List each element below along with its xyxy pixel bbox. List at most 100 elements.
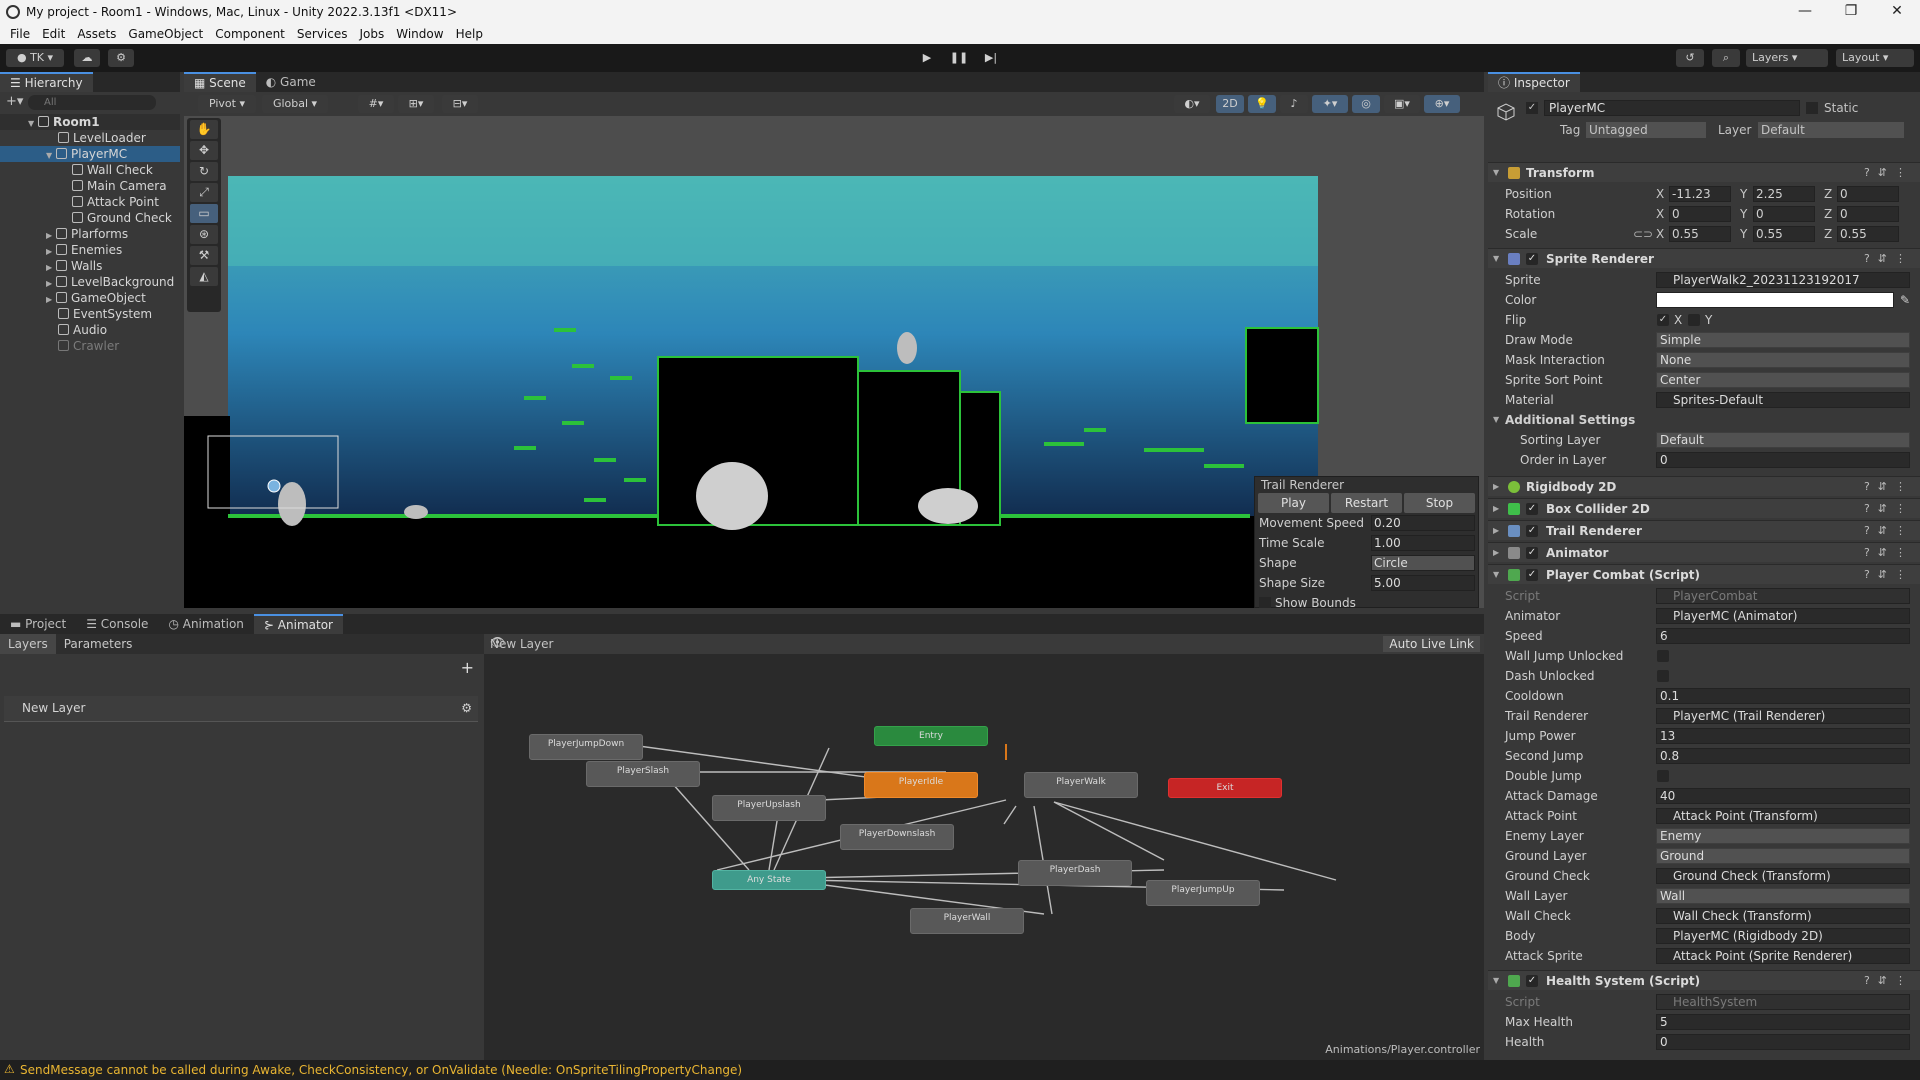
pc-checkbox[interactable] (1657, 650, 1669, 662)
component-actions-icon[interactable]: ?⇵⋮ (1864, 499, 1914, 519)
state-exit[interactable]: Exit (1168, 778, 1282, 798)
tree-item-room1[interactable]: ▼ Room1 (0, 114, 180, 130)
scene-view[interactable]: ✋ ✥ ↻ ⤢ ▭ ⊛ ⚒ ◭ Trail Renderer Play Rest… (184, 116, 1484, 608)
tab-animator[interactable]: ⊱ Animator (253, 614, 343, 634)
scale-y-field[interactable]: 0.55 (1753, 226, 1815, 242)
pc-object-field[interactable]: Attack Point (Sprite Renderer) (1656, 948, 1910, 964)
tree-item-gameobject[interactable]: ▶ GameObject (0, 290, 180, 306)
shading-mode-icon[interactable]: ◐▾ (1174, 95, 1210, 113)
sprite-field[interactable]: PlayerWalk2_20231123192017 (1656, 272, 1910, 288)
sprite-renderer-header[interactable]: ▼ ✓ Sprite Renderer ?⇵⋮ (1488, 248, 1920, 268)
grid-snapping-icon[interactable]: ⊞▾ (398, 95, 434, 113)
rotate-tool-icon[interactable]: ↻ (190, 162, 218, 181)
hidden-objects-icon[interactable]: ◎ (1352, 95, 1380, 113)
hand-tool-icon[interactable]: ✋ (190, 120, 218, 139)
pc-checkbox[interactable] (1657, 670, 1669, 682)
link-icon[interactable]: ⊂⊃ (1633, 224, 1653, 244)
tree-item-maincamera[interactable]: Main Camera (0, 178, 180, 194)
pc-dropdown[interactable]: Ground (1656, 848, 1910, 864)
active-checkbox[interactable]: ✓ (1526, 102, 1538, 114)
material-field[interactable]: Sprites-Default (1656, 392, 1910, 408)
snap-grid-icon[interactable]: #▾ (358, 95, 394, 113)
pc-object-field[interactable]: PlayerMC (Animator) (1656, 608, 1910, 624)
menu-component[interactable]: Component (209, 24, 291, 44)
show-bounds-checkbox[interactable] (1259, 597, 1271, 608)
tree-item-attackpoint[interactable]: Attack Point (0, 194, 180, 210)
trail-stop-button[interactable]: Stop (1404, 493, 1475, 513)
fold-icon[interactable]: ▶ (1493, 477, 1499, 497)
fold-icon[interactable]: ▼ (1493, 410, 1499, 430)
animator-header[interactable]: ▶ ✓ Animator ?⇵⋮ (1488, 542, 1920, 562)
move-tool-icon[interactable]: ✥ (190, 141, 218, 160)
pc-number-field[interactable]: 0.8 (1656, 748, 1910, 764)
position-y-field[interactable]: 2.25 (1753, 186, 1815, 202)
component-actions-icon[interactable]: ?⇵⋮ (1864, 521, 1914, 541)
tree-item-levelloader[interactable]: LevelLoader (0, 130, 180, 146)
tab-inspector[interactable]: ⓘ Inspector (1488, 72, 1580, 92)
custom-tool-icon[interactable]: ⚒ (190, 246, 218, 265)
state-playerslash[interactable]: PlayerSlash (586, 761, 700, 787)
shape-dropdown[interactable]: Circle (1371, 555, 1475, 571)
menu-jobs[interactable]: Jobs (354, 24, 391, 44)
state-playeridle[interactable]: PlayerIdle (864, 772, 978, 798)
tab-parameters[interactable]: Parameters (56, 634, 141, 654)
movement-speed-field[interactable]: 0.20 (1371, 515, 1475, 531)
pc-object-field[interactable]: PlayerMC (Trail Renderer) (1656, 708, 1910, 724)
account-button[interactable]: ● TK ▾ (6, 49, 64, 67)
shape-size-field[interactable]: 5.00 (1371, 575, 1475, 591)
close-button[interactable]: ✕ (1874, 0, 1920, 24)
tree-item-levelbackground[interactable]: ▶ LevelBackground (0, 274, 180, 290)
effects-icon[interactable]: ✦▾ (1312, 95, 1348, 113)
boxcollider2d-enabled-checkbox[interactable]: ✓ (1526, 503, 1538, 515)
sprite-sort-point-dropdown[interactable]: Center (1656, 372, 1910, 388)
fold-icon[interactable]: ▶ (1493, 543, 1499, 563)
trail-restart-button[interactable]: Restart (1331, 493, 1402, 513)
tree-item-wallcheck[interactable]: Wall Check (0, 162, 180, 178)
state-playerjumpdown[interactable]: PlayerJumpDown (529, 734, 643, 760)
menu-edit[interactable]: Edit (36, 24, 71, 44)
tree-item-walls[interactable]: ▶ Walls (0, 258, 180, 274)
tree-item-enemies[interactable]: ▶ Enemies (0, 242, 180, 258)
order-in-layer-field[interactable]: 0 (1656, 452, 1910, 468)
pc-checkbox[interactable] (1657, 770, 1669, 782)
transform-header[interactable]: ▼ Transform ?⇵⋮ (1488, 162, 1920, 182)
playercombat-enabled-checkbox[interactable]: ✓ (1526, 569, 1538, 581)
flip-x-checkbox[interactable]: ✓ (1657, 314, 1669, 326)
collab-icon[interactable]: ⚙ (108, 49, 134, 67)
pc-number-field[interactable]: 0.1 (1656, 688, 1910, 704)
trailrenderer-enabled-checkbox[interactable]: ✓ (1526, 525, 1538, 537)
cloud-icon[interactable]: ☁ (74, 49, 100, 67)
pc-number-field[interactable]: 40 (1656, 788, 1910, 804)
component-actions-icon[interactable]: ?⇵⋮ (1864, 565, 1914, 585)
tree-item-audio[interactable]: Audio (0, 322, 180, 338)
trailrenderer-header[interactable]: ▶ ✓ Trail Renderer ?⇵⋮ (1488, 520, 1920, 540)
fold-icon[interactable]: ▼ (1493, 565, 1499, 585)
menu-help[interactable]: Help (450, 24, 489, 44)
component-actions-icon[interactable]: ?⇵⋮ (1864, 971, 1914, 991)
search-icon[interactable]: ⌕ (1712, 49, 1740, 67)
state-playerdash[interactable]: PlayerDash (1018, 860, 1132, 886)
layer-dropdown[interactable]: Default (1758, 122, 1904, 138)
position-x-field[interactable]: -11.23 (1669, 186, 1731, 202)
state-playerjumpup[interactable]: PlayerJumpUp (1146, 880, 1260, 906)
menu-file[interactable]: File (4, 24, 36, 44)
draw-mode-dropdown[interactable]: Simple (1656, 332, 1910, 348)
gear-icon[interactable]: ⚙ (461, 696, 472, 720)
eyedropper-icon[interactable]: ✎ (1900, 290, 1910, 310)
menu-gameobject[interactable]: GameObject (122, 24, 209, 44)
time-scale-field[interactable]: 1.00 (1371, 535, 1475, 551)
step-icon[interactable]: ▶| (980, 48, 1002, 68)
playercombat-header[interactable]: ▼ ✓ Player Combat (Script) ?⇵⋮ (1488, 564, 1920, 584)
tag-dropdown[interactable]: Untagged (1586, 122, 1706, 138)
healthsystem-enabled-checkbox[interactable]: ✓ (1526, 975, 1538, 987)
component-actions-icon[interactable]: ?⇵⋮ (1864, 543, 1914, 563)
health-field[interactable]: 0 (1656, 1034, 1910, 1050)
animator-graph[interactable]: 👁 New Layer Auto Live Link PlayerJumpDow… (484, 634, 1484, 1060)
pc-object-field[interactable]: Attack Point (Transform) (1656, 808, 1910, 824)
play-icon[interactable]: ▶ (916, 48, 938, 68)
minimize-button[interactable]: — (1782, 0, 1828, 24)
fold-icon[interactable]: ▼ (1493, 971, 1499, 991)
menu-assets[interactable]: Assets (71, 24, 122, 44)
rect-tool-icon[interactable]: ▭ (190, 204, 218, 223)
tab-project[interactable]: ▬ Project (0, 614, 76, 634)
